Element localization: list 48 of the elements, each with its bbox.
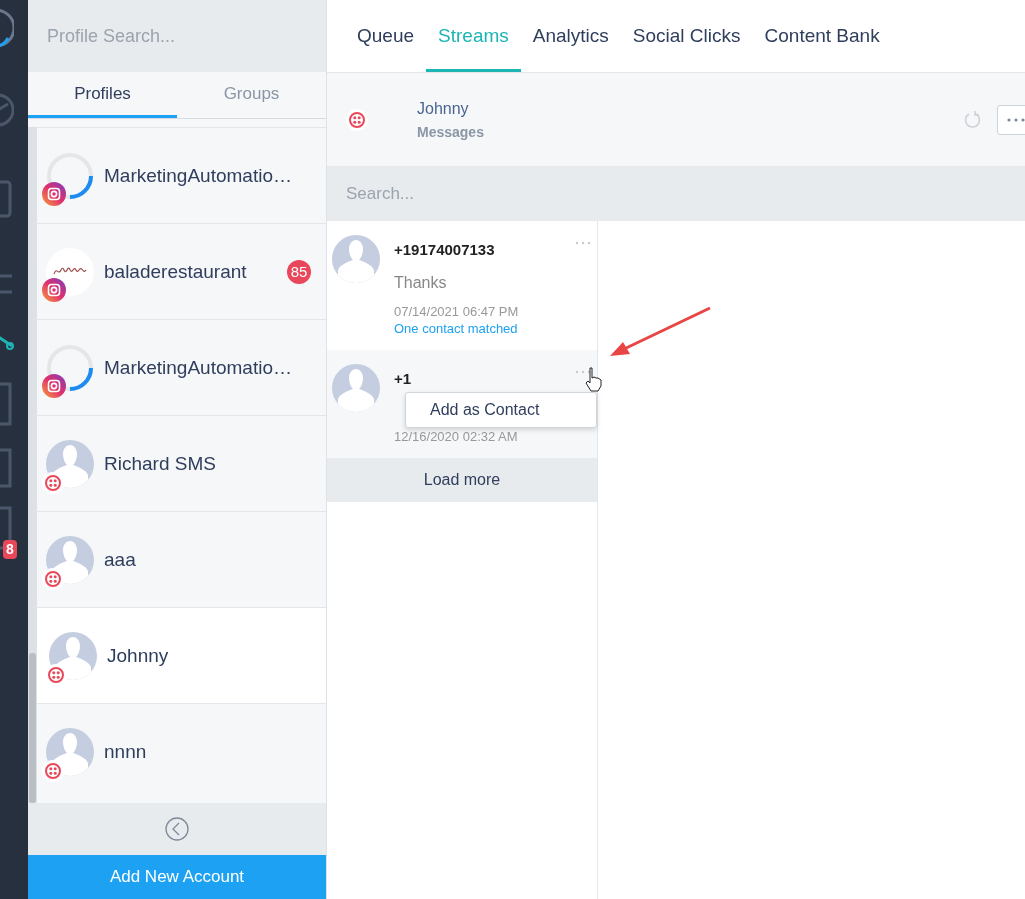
message-time: 12/16/2020 02:32 AM [394,429,518,444]
stream-title: Johnny [417,99,470,118]
sender-number: +19174007133 [394,241,496,258]
more-icon[interactable] [575,241,591,245]
stream-search-field[interactable]: Search... [327,166,1025,221]
message-text: Thanks [394,274,448,292]
collapse-icon[interactable] [165,817,189,841]
stream-subtitle: Messages [417,123,485,140]
instagram-icon [42,277,66,302]
refresh-icon[interactable] [963,109,983,130]
instagram-icon [42,181,66,206]
profile-name: Richard SMS [104,452,217,475]
avatar-icon [46,535,94,584]
top-tab[interactable]: Social Clicks [620,0,753,72]
avatar-icon [332,235,380,283]
more-button[interactable] [997,104,1025,135]
top-tab[interactable]: Content Bank [752,0,892,72]
twilio-icon [45,663,67,686]
twilio-icon [42,759,64,782]
contact-status: One contact matched [394,321,519,336]
more-icon [1007,117,1025,122]
profile-item[interactable]: Johnny [37,607,326,703]
profile-name: nnnn [104,740,148,763]
profile-name: Johnny [107,644,170,667]
profile-name: aaa [104,548,137,571]
profile-name: MarketingAutomatio… [104,164,293,187]
profile-name: baladerestaurant [104,260,248,283]
message-time: 07/14/2021 06:47 PM [394,304,519,319]
avatar-icon [332,364,380,412]
avatar-icon [46,727,94,776]
twilio-icon [346,108,368,131]
sender-number: +1 [394,370,413,387]
hand-cursor-icon [585,366,603,392]
twilio-icon [42,471,64,494]
avatar-icon [46,439,94,488]
avatar-icon [49,631,97,680]
profile-name: MarketingAutomatio… [104,356,293,379]
sidebar-tab[interactable]: Profiles [28,72,177,118]
menu-item[interactable]: Add as Contact [430,401,596,419]
instagram-icon [42,373,66,398]
scrollbar[interactable] [28,127,37,803]
profile-search-field[interactable]: Profile Search... [28,0,326,72]
notification-count: 8 [3,540,17,559]
top-tab[interactable]: Queue [345,0,427,72]
load-more-button[interactable]: Load more [327,458,597,502]
top-tab[interactable]: Analytics [520,0,621,72]
twilio-icon [42,567,64,590]
unread-count: 85 [287,259,311,284]
